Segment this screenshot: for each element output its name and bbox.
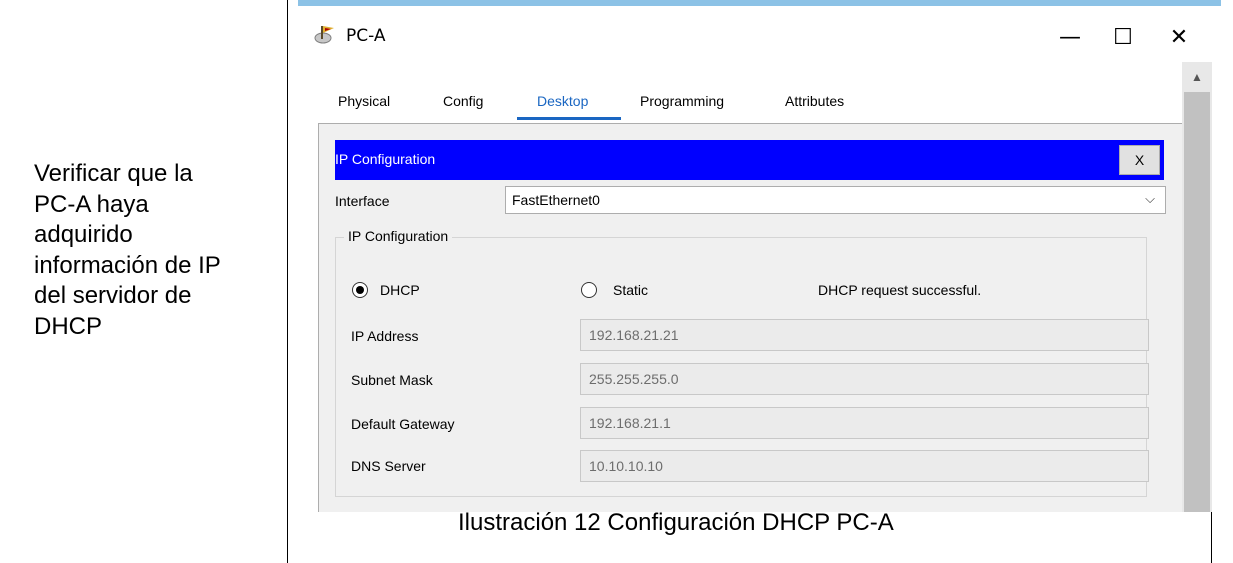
- subnet-mask-field[interactable]: 255.255.255.0: [580, 363, 1149, 395]
- window-content: Physical Config Desktop Programming Attr…: [298, 62, 1221, 512]
- maximize-button[interactable]: ☐: [1103, 20, 1143, 54]
- interface-select[interactable]: FastEthernet0 ⌵: [505, 186, 1166, 214]
- dns-server-label: DNS Server: [351, 458, 426, 474]
- dhcp-radio[interactable]: [352, 282, 368, 298]
- scrollbar-thumb[interactable]: [1184, 92, 1210, 512]
- tab-programming[interactable]: Programming: [640, 93, 724, 109]
- static-radio[interactable]: [581, 282, 597, 298]
- ip-config-close-button[interactable]: X: [1119, 145, 1160, 175]
- window-top-edge: [298, 0, 1221, 6]
- dhcp-label: DHCP: [380, 282, 420, 298]
- tab-config[interactable]: Config: [443, 93, 483, 109]
- pc-app-icon: [314, 26, 334, 44]
- close-window-button[interactable]: ✕: [1159, 20, 1199, 54]
- interface-value: FastEthernet0: [512, 192, 600, 208]
- subnet-mask-label: Subnet Mask: [351, 372, 433, 388]
- ip-configuration-title: IP Configuration: [335, 151, 436, 167]
- default-gateway-label: Default Gateway: [351, 416, 455, 432]
- dhcp-status-text: DHCP request successful.: [818, 282, 982, 298]
- window-title: PC-A: [346, 26, 386, 46]
- chevron-down-icon: ⌵: [1145, 191, 1155, 206]
- tab-strip: Physical Config Desktop Programming Attr…: [318, 81, 866, 123]
- ip-address-label: IP Address: [351, 328, 419, 344]
- ip-address-field[interactable]: 192.168.21.21: [580, 319, 1149, 351]
- instruction-text: Verificar que la PC-A haya adquirido inf…: [34, 160, 221, 340]
- tab-desktop[interactable]: Desktop: [537, 93, 588, 109]
- vertical-scrollbar[interactable]: ▲: [1182, 62, 1212, 512]
- ip-configuration-titlebar: IP Configuration X: [335, 140, 1164, 180]
- table-border-left: [287, 0, 288, 563]
- tab-attributes[interactable]: Attributes: [785, 93, 844, 109]
- active-tab-indicator: [517, 117, 621, 120]
- pc-a-window: PC-A — ☐ ✕ Physical Config Desktop Progr…: [298, 0, 1221, 512]
- static-label: Static: [613, 282, 649, 298]
- figure-caption: Ilustración 12 Configuración DHCP PC-A: [458, 509, 894, 536]
- dns-server-field[interactable]: 10.10.10.10: [580, 450, 1149, 482]
- radio-selected-dot: [356, 286, 364, 294]
- default-gateway-field[interactable]: 192.168.21.1: [580, 407, 1149, 439]
- tab-physical[interactable]: Physical: [338, 93, 390, 109]
- interface-label: Interface: [335, 193, 390, 209]
- scroll-up-arrow-icon[interactable]: ▲: [1182, 62, 1212, 92]
- group-title: IP Configuration: [344, 228, 453, 244]
- minimize-button[interactable]: —: [1050, 20, 1090, 54]
